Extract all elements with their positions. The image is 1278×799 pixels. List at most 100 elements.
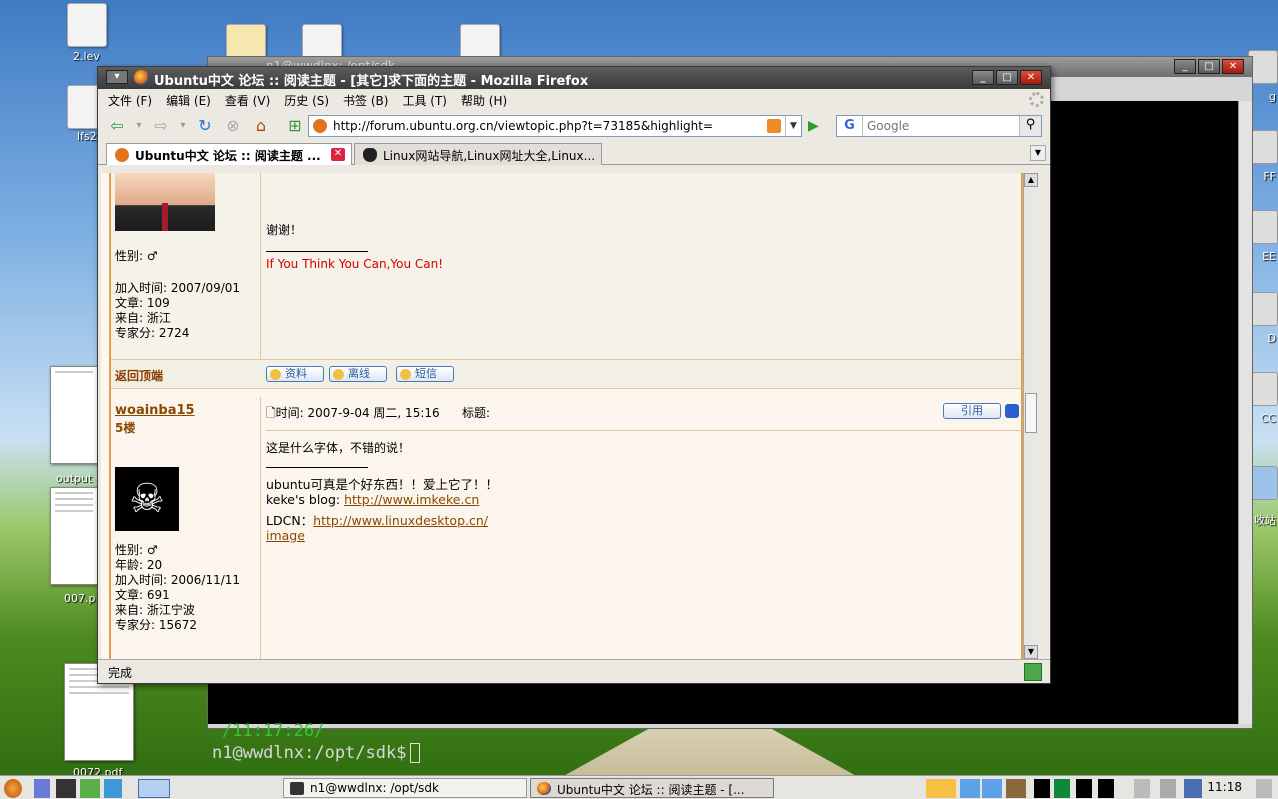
trash-applet-icon[interactable]: [1256, 779, 1272, 798]
profile-button[interactable]: 资料: [266, 366, 324, 382]
launcher-icon[interactable]: [34, 779, 50, 798]
menu-file[interactable]: 文件 (F): [108, 92, 152, 109]
menu-view[interactable]: 查看 (V): [225, 92, 270, 109]
ldcn-label: LDCN：: [266, 513, 314, 528]
printer-icon[interactable]: [1134, 779, 1150, 798]
author-score: 专家分: 2724: [115, 326, 190, 340]
tray-book-icon[interactable]: [1006, 779, 1026, 798]
blog-label: keke's blog:: [266, 492, 345, 507]
firefox-titlebar[interactable]: ▾ Ubuntu中文 论坛 :: 阅读主题 - [其它]求下面的主题 - Moz…: [98, 67, 1050, 89]
menu-history[interactable]: 历史 (S): [284, 92, 329, 109]
scroll-up-icon[interactable]: ▲: [1024, 173, 1038, 187]
terminal-maximize-button[interactable]: □: [1198, 59, 1220, 74]
image-link[interactable]: image: [266, 528, 305, 543]
new-tab-icon[interactable]: ⊞: [284, 115, 306, 137]
forum-post: 性别: ♂ 加入时间: 2007/09/01 文章: 109 来自: 浙江 专家…: [111, 173, 1021, 359]
load-monitor-icon[interactable]: [1098, 779, 1114, 798]
post-floor: 5楼: [115, 421, 136, 435]
tab-list-icon[interactable]: ▼: [1030, 145, 1046, 161]
status-text: 完成: [108, 666, 133, 680]
desktop-label-lfs2: lfs2: [77, 130, 97, 143]
avatar: [115, 173, 215, 231]
network-icon[interactable]: [1184, 779, 1202, 798]
terminal-launcher-icon[interactable]: [56, 779, 76, 798]
search-engine-icon[interactable]: G: [837, 116, 863, 136]
memory-monitor-icon[interactable]: [1054, 779, 1070, 798]
clock[interactable]: 11:18: [1207, 780, 1242, 794]
minimize-button[interactable]: _: [972, 70, 994, 85]
search-bar[interactable]: G ⚲: [836, 115, 1042, 137]
menu-help[interactable]: 帮助 (H): [461, 92, 507, 109]
stop-icon[interactable]: ⊗: [222, 115, 244, 137]
post-signature: If You Think You Can,You Can!: [266, 257, 444, 271]
home-icon[interactable]: ⌂: [250, 115, 272, 137]
menu-tools[interactable]: 工具 (T): [402, 92, 447, 109]
file-icon-2lev[interactable]: [67, 3, 107, 47]
window-menu-icon[interactable]: ▾: [106, 70, 128, 84]
reload-icon[interactable]: ↻: [194, 115, 216, 137]
terminal-close-button[interactable]: ✕: [1222, 59, 1244, 74]
site-favicon-icon: [313, 119, 327, 133]
menubar: 文件 (F) 编辑 (E) 查看 (V) 历史 (S) 书签 (B) 工具 (T…: [98, 89, 1050, 111]
terminal-minimize-button[interactable]: _: [1174, 59, 1196, 74]
output-thumbnail[interactable]: [50, 366, 98, 464]
url-text[interactable]: http://forum.ubuntu.org.cn/viewtopic.php…: [333, 119, 767, 133]
go-icon[interactable]: ▶: [808, 118, 819, 134]
blog-link[interactable]: http://www.imkeke.cn: [344, 492, 479, 507]
back-to-top-link[interactable]: 返回顶端: [115, 367, 163, 384]
addon-status-icon[interactable]: [1024, 663, 1042, 681]
forward-dropdown-icon[interactable]: ▾: [178, 115, 188, 137]
ubuntu-menu-icon[interactable]: [4, 779, 22, 798]
terminal-icon: [290, 782, 304, 795]
tray-folder2-icon[interactable]: [982, 779, 1002, 798]
workspace-switcher[interactable]: [138, 779, 170, 798]
taskbar-terminal-button[interactable]: n1@wwdlnx: /opt/sdk: [283, 778, 527, 798]
net-monitor-icon[interactable]: [1076, 779, 1092, 798]
cpu-monitor-icon[interactable]: [1034, 779, 1050, 798]
tray-app-icon[interactable]: [926, 779, 956, 798]
forward-icon[interactable]: ⇨: [150, 115, 172, 137]
search-input[interactable]: [863, 119, 1019, 133]
drive-label-d: D: [1267, 332, 1276, 345]
tab-ubuntu-forum[interactable]: Ubuntu中文 论坛 :: 阅读主题 ... ✕: [106, 143, 352, 165]
rss-icon[interactable]: [767, 119, 781, 133]
firefox-window[interactable]: ▾ Ubuntu中文 论坛 :: 阅读主题 - [其它]求下面的主题 - Moz…: [97, 66, 1051, 684]
maximize-button[interactable]: □: [996, 70, 1018, 85]
navigation-toolbar: ⇦ ▾ ⇨ ▾ ↻ ⊗ ⌂ ⊞ http://forum.ubuntu.org.…: [98, 111, 1050, 141]
post-marker-icon[interactable]: [1005, 404, 1019, 418]
offline-button[interactable]: 离线: [329, 366, 387, 382]
settings-launcher-icon[interactable]: [80, 779, 100, 798]
page-content[interactable]: 性别: ♂ 加入时间: 2007/09/01 文章: 109 来自: 浙江 专家…: [101, 173, 1035, 659]
post-text: 谢谢！: [266, 223, 303, 237]
taskbar: n1@wwdlnx: /opt/sdk Ubuntu中文 论坛 :: 阅读主题 …: [0, 775, 1278, 799]
tab-close-icon[interactable]: ✕: [331, 148, 345, 161]
quote-button[interactable]: 引用: [943, 403, 1001, 419]
close-button[interactable]: ✕: [1020, 70, 1042, 85]
throbber-icon: [1029, 92, 1044, 107]
menu-edit[interactable]: 编辑 (E): [166, 92, 211, 109]
url-bar[interactable]: http://forum.ubuntu.org.cn/viewtopic.php…: [308, 115, 802, 137]
ldcn-link[interactable]: http://www.linuxdesktop.cn/: [313, 513, 488, 528]
author-location: 来自: 浙江: [115, 311, 171, 325]
desktop-label-007: 007.p: [64, 592, 96, 605]
url-dropdown-icon[interactable]: ▼: [785, 116, 801, 136]
forum-frame: 性别: ♂ 加入时间: 2007/09/01 文章: 109 来自: 浙江 专家…: [109, 173, 1023, 659]
scroll-thumb[interactable]: [1025, 393, 1037, 433]
pdf-thumbnail-007[interactable]: [50, 487, 98, 585]
volume-icon[interactable]: [1160, 779, 1176, 798]
author-username[interactable]: woainba15: [115, 403, 195, 418]
back-icon[interactable]: ⇦: [106, 115, 128, 137]
app-launcher-icon[interactable]: [104, 779, 122, 798]
search-icon[interactable]: ⚲: [1019, 116, 1041, 136]
scroll-down-icon[interactable]: ▼: [1024, 645, 1038, 659]
tray-folder-icon[interactable]: [960, 779, 980, 798]
window-title: Ubuntu中文 论坛 :: 阅读主题 - [其它]求下面的主题 - Mozil…: [154, 74, 589, 89]
menu-bookmarks[interactable]: 书签 (B): [343, 92, 388, 109]
back-dropdown-icon[interactable]: ▾: [134, 115, 144, 137]
tab-linux-nav[interactable]: Linux网站导航,Linux网址大全,Linux...: [354, 143, 602, 165]
post-actions-bar: 返回顶端 资料 离线 短信: [111, 359, 1021, 389]
page-scrollbar[interactable]: ▲ ▼: [1023, 173, 1039, 659]
pm-button[interactable]: 短信: [396, 366, 454, 382]
taskbar-firefox-button[interactable]: Ubuntu中文 论坛 :: 阅读主题 - [...: [530, 778, 774, 798]
terminal-scrollbar[interactable]: [1238, 101, 1252, 724]
